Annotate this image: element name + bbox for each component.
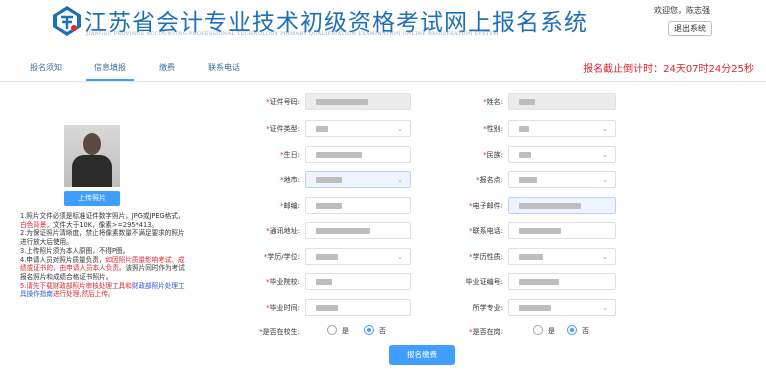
employed-no-radio[interactable]: [567, 325, 577, 335]
ethnicity-select[interactable]: ⌄: [508, 146, 616, 163]
edu-nature-select[interactable]: ⌄: [508, 248, 616, 265]
address-field[interactable]: [305, 222, 411, 239]
site-header: 江苏省会计专业技术初级资格考试网上报名系统 JIANGSU PROVINCE A…: [0, 0, 766, 46]
id-type-label: *证件类型:: [266, 125, 300, 133]
grad-date-label: *毕业时间:: [266, 304, 300, 312]
chevron-down-icon: ⌄: [397, 253, 403, 261]
exam-site-label: *报名点:: [476, 176, 503, 184]
logout-button[interactable]: 退出系统: [668, 21, 712, 36]
exam-site-select[interactable]: ⌄: [508, 171, 616, 188]
postcode-field[interactable]: [305, 197, 411, 214]
birthday-label: *生日:: [280, 151, 300, 159]
employed-label: *是否在岗:: [469, 328, 503, 336]
degree-select[interactable]: ⌄: [305, 248, 411, 265]
phone-field[interactable]: [508, 222, 616, 239]
note-1-highlight: 白色背景: [20, 220, 47, 229]
tab-registration-notice[interactable]: 报名须知: [30, 62, 62, 73]
postcode-label: *邮编:: [280, 202, 300, 210]
photo-requirements: 1.照片文件必须是标准证件数字照片，JPG或JPEG格式，白色背景，文件大于10…: [20, 212, 190, 299]
school-field[interactable]: [305, 273, 411, 290]
diploma-label: 毕业证编号:: [465, 278, 503, 286]
id-number-field: [305, 93, 411, 110]
note-1: 1.照片文件必须是标准证件数字照片，JPG或JPEG格式，白色背景，文件大于10…: [20, 212, 185, 229]
tab-payment[interactable]: 缴费: [159, 62, 175, 73]
in-school-no-radio[interactable]: [364, 325, 374, 335]
in-school-yes-label[interactable]: 是: [342, 326, 349, 336]
major-select[interactable]: ⌄: [508, 299, 616, 316]
email-label: *电子邮件:: [469, 202, 503, 210]
email-field[interactable]: [508, 197, 616, 214]
id-type-select[interactable]: ⌄: [305, 120, 411, 137]
note-5: 5.请先下载财政部照片审核处理工具和财政部照片处理工具操作指南进行处理,然后上传…: [20, 281, 185, 299]
chevron-down-icon: ⌄: [602, 176, 608, 184]
tab-info-entry[interactable]: 信息填报: [94, 62, 126, 73]
photo-head: [83, 133, 101, 155]
gender-label: *性别:: [483, 125, 503, 133]
tab-contact-phone[interactable]: 联系电话: [208, 62, 240, 73]
note-4: 4.申请人员对照片质量负责，如因照片质量影响考试、成绩或证书的，由申请人员本人负…: [20, 255, 185, 281]
employed-no-label[interactable]: 否: [582, 326, 589, 336]
site-subtitle: JIANGSU PROVINCE ACCOUNTING PROFESSIONAL…: [86, 31, 499, 37]
active-tab-indicator: [86, 79, 134, 81]
chevron-down-icon: ⌄: [602, 304, 608, 312]
note-2: 2.为保证照片清晰度，禁止将像素数量不满足要求的照片进行放大后使用。: [20, 229, 185, 247]
chevron-down-icon: ⌄: [397, 176, 403, 184]
employed-yes-radio[interactable]: [533, 325, 543, 335]
welcome-text: 欢迎您，陈志强: [654, 6, 710, 15]
city-select[interactable]: ⌄: [305, 171, 411, 188]
note-3: 3.上传照片须为本人原图，不得P图。: [20, 246, 130, 255]
ethnicity-label: *民族:: [483, 151, 503, 159]
in-school-yes-radio[interactable]: [327, 325, 337, 335]
chevron-down-icon: ⌄: [602, 253, 608, 261]
name-label: *姓名:: [483, 98, 503, 106]
id-number-label: *证件号码:: [266, 98, 300, 106]
photo-body: [72, 155, 112, 187]
city-label: *地市:: [280, 176, 300, 184]
in-school-label: *是否在校生:: [259, 328, 300, 336]
phone-label: *联系电话:: [469, 227, 503, 235]
major-label: 所学专业:: [472, 304, 503, 312]
grad-date-field[interactable]: [305, 299, 411, 316]
birthday-field[interactable]: [305, 146, 411, 163]
name-field: [508, 93, 616, 110]
address-label: *通讯地址:: [266, 227, 300, 235]
degree-label: *学历/学位:: [263, 253, 300, 261]
register-and-pay-button[interactable]: 报名缴费: [389, 345, 455, 365]
chevron-down-icon: ⌄: [602, 125, 608, 133]
in-school-no-label[interactable]: 否: [379, 326, 386, 336]
accounting-logo-icon: [53, 6, 81, 36]
upload-photo-button[interactable]: 上传照片: [64, 191, 120, 206]
diploma-field[interactable]: [508, 273, 616, 290]
applicant-photo: [64, 125, 120, 187]
employed-yes-label[interactable]: 是: [548, 326, 555, 336]
chevron-down-icon: ⌄: [397, 125, 403, 133]
deadline-countdown: 报名截止倒计时：24天07时24分25秒: [583, 64, 754, 75]
gender-select[interactable]: ⌄: [508, 120, 616, 137]
chevron-down-icon: ⌄: [602, 151, 608, 159]
edu-nature-label: *学历性质:: [469, 253, 503, 261]
main-nav: 报名须知 信息填报 缴费 联系电话 报名截止倒计时：24天07时24分25秒: [0, 48, 766, 82]
school-label: *毕业院校:: [266, 278, 300, 286]
